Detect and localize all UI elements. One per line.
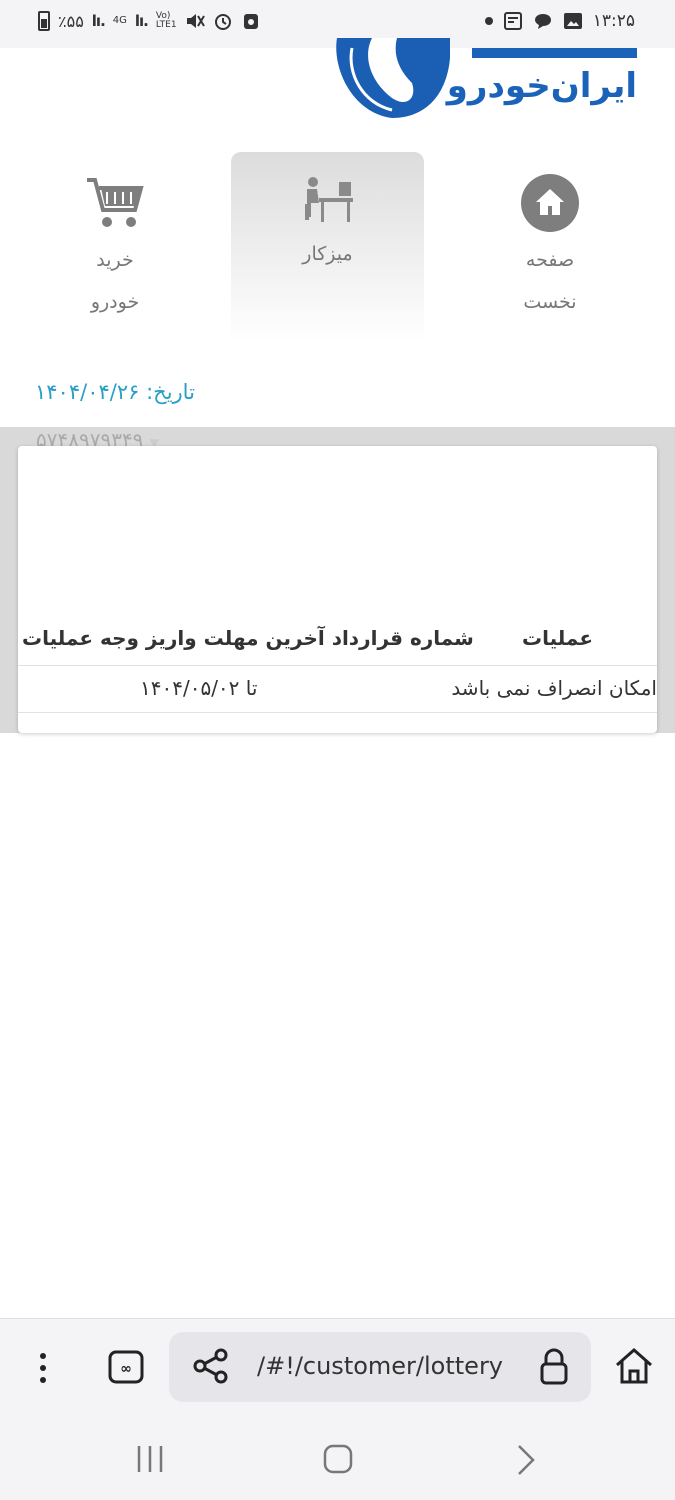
nav-buy-car[interactable]: خرید خودرو (20, 152, 210, 342)
table-cell-deadline: تا ۱۴۰۴/۰۵/۰۲ (140, 676, 258, 700)
recycle-icon (243, 14, 258, 29)
nav-home[interactable]: صفحه نخست (455, 152, 645, 342)
system-navigation-bar (0, 1415, 675, 1500)
nav-dashboard[interactable]: میزکار (231, 152, 424, 342)
status-left: ٪۵۵ lı. 4G lı. Vo) LTE1 (38, 11, 261, 31)
tabs-icon[interactable]: ∞ (108, 1350, 144, 1384)
signal-icon-2: lı. (134, 12, 149, 30)
address-bar[interactable]: /#!/customer/lottery (169, 1332, 591, 1402)
home-nav-icon[interactable] (323, 1444, 353, 1474)
svg-text:∞: ∞ (120, 1361, 132, 1377)
horse-emblem-icon (336, 38, 450, 118)
alarm-icon (214, 14, 231, 30)
chat-icon (534, 14, 551, 29)
table-cell-cancel-status: امکان انصراف نمی باشد (451, 676, 657, 700)
nav-home-label-1: صفحه (525, 249, 575, 271)
logo-bar (472, 48, 637, 58)
logo-text: ایران‌خودرو (446, 66, 637, 106)
nav-dashboard-label: میزکار (302, 243, 353, 265)
nav-home-label-2: نخست (523, 291, 577, 313)
date-label: تاریخ: ۱۴۰۴/۰۴/۲۶ (35, 380, 195, 404)
share-icon[interactable] (193, 1348, 229, 1384)
status-right: ۱۳:۲۵ (484, 11, 635, 31)
notification-dot-icon (484, 17, 493, 25)
url-text: /#!/customer/lottery (257, 1352, 504, 1380)
battery-icon (38, 11, 50, 31)
gallery-icon (563, 13, 582, 29)
browser-toolbar: ∞ /#!/customer/lottery (0, 1318, 675, 1415)
cart-icon (87, 178, 144, 227)
clock: ۱۳:۲۵ (592, 11, 635, 31)
nav-buy-label-1: خرید (96, 249, 134, 271)
more-menu-icon[interactable] (36, 1352, 50, 1384)
signal-icon: lı. (91, 12, 106, 30)
iran-khodro-logo: ایران‌خودرو (332, 38, 637, 130)
volte-indicator: Vo) LTE1 (155, 11, 177, 30)
table-header-operations: عملیات (521, 626, 593, 650)
task-icon (503, 12, 522, 30)
battery-text: ٪۵۵ (58, 11, 84, 31)
network-4g: 4G (112, 15, 127, 26)
row-divider (18, 712, 657, 713)
home-page-icon[interactable] (614, 1347, 654, 1385)
header-divider (18, 665, 657, 666)
desk-icon (304, 177, 353, 222)
nav-buy-label-2: خودرو (90, 291, 140, 313)
lock-icon[interactable] (539, 1348, 569, 1386)
contract-table-card: شماره قرارداد آخرین مهلت واریز وجه عملیا… (18, 446, 657, 733)
back-icon[interactable] (515, 1444, 537, 1476)
table-header-combined: شماره قرارداد آخرین مهلت واریز وجه عملیا… (22, 626, 474, 650)
mute-icon (186, 14, 205, 28)
home-icon (521, 174, 579, 232)
recent-apps-icon[interactable] (135, 1444, 165, 1474)
